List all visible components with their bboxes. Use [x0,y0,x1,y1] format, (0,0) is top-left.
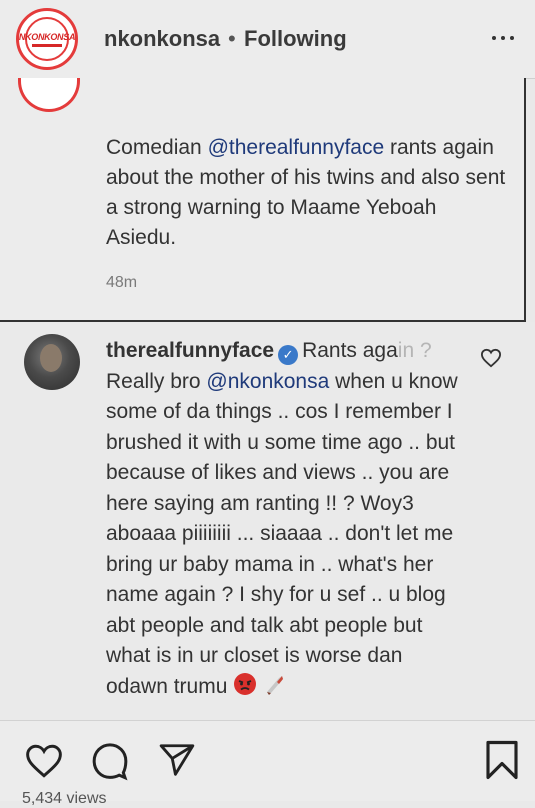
post-actions-bar [0,720,535,801]
header-username[interactable]: nkonkonsa [104,26,220,52]
bookmark-icon[interactable] [484,739,520,781]
knife-icon [263,672,287,706]
verified-badge-icon: ✓ [278,345,299,365]
comment-like-heart-icon[interactable] [480,348,502,368]
comment-lead: Rants aga [302,339,398,362]
more-dot [501,36,505,40]
post-header: NKONKONSA nkonkonsa • Following [0,0,535,79]
caption-panel: Comedian @therealfunnyface rants again a… [0,78,526,322]
more-dot [492,36,496,40]
comment-mention-link[interactable]: @nkonkonsa [206,370,329,393]
caption-timestamp: 48m [106,274,138,291]
header-separator: • [228,26,236,51]
logo-bar [32,43,62,47]
caption-text-start: Comedian [106,136,208,159]
commenter-avatar[interactable] [24,334,80,390]
avatar-face [40,344,62,372]
comment-text: therealfunnyface ✓ Rants again ? Really br… [106,336,466,705]
more-dot [510,36,514,40]
share-send-icon[interactable] [158,741,196,779]
comment-body-end: when u know some of da things .. cos I r… [106,369,458,698]
comment-bubble-icon[interactable] [90,741,130,781]
follow-status-button[interactable]: Following [244,26,347,52]
comment-item: therealfunnyface ✓ Rants again ? Really br… [0,322,535,720]
comment-body-start: Really bro [106,369,207,393]
comment-lead-faded: in ? [397,339,432,362]
like-heart-icon[interactable] [24,743,64,779]
more-options-icon[interactable] [492,30,522,46]
caption-mention-link[interactable]: @therealfunnyface [208,136,385,159]
caption-avatar[interactable] [18,78,80,112]
logo-text: NKONKONSA [18,31,76,42]
caption-text: Comedian @therealfunnyface rants again a… [106,133,506,253]
comment-username[interactable]: therealfunnyface [106,339,274,362]
brand-logo: NKONKONSA [19,17,75,61]
views-count: 5,434 views [22,790,107,807]
nkonkonsa-avatar[interactable]: NKONKONSA [16,8,78,70]
angry-face-icon [233,672,257,706]
